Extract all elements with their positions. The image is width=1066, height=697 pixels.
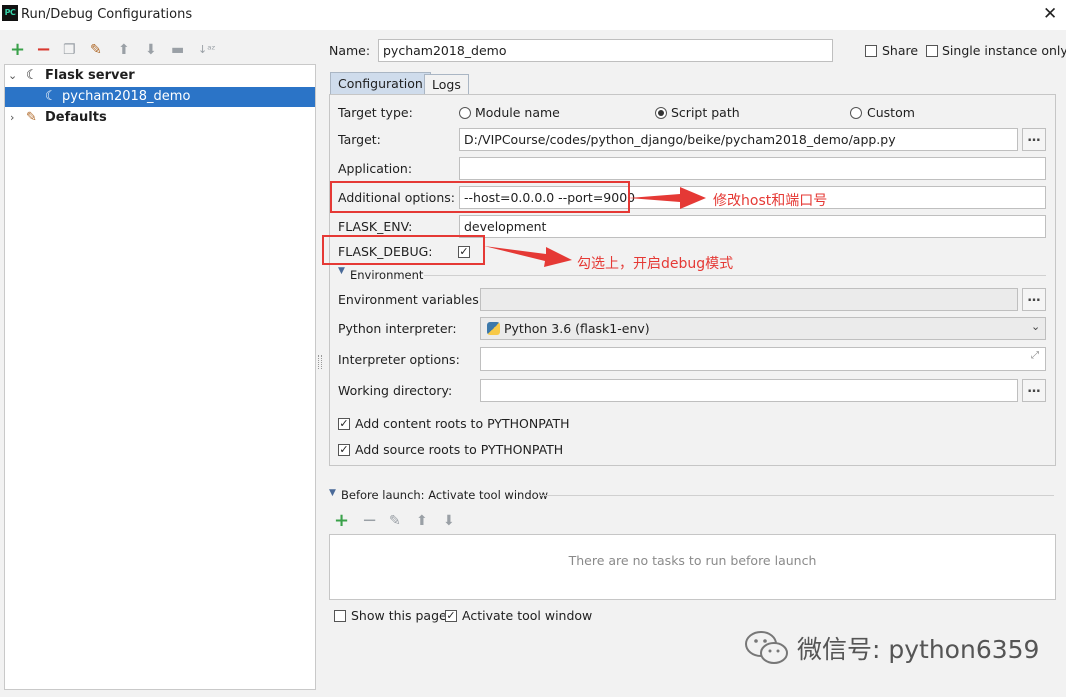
tree-item-defaults[interactable]: › ✎ Defaults [5,108,315,128]
custom-radio[interactable] [850,107,862,119]
interpreter-options-label: Interpreter options: [338,352,460,367]
name-input[interactable]: pycham2018_demo [378,39,833,62]
application-label: Application: [338,161,413,176]
interpreter-options-input[interactable] [480,347,1046,371]
single-instance-label: Single instance only [942,43,1066,58]
flask-icon: ☾ [45,89,57,104]
target-type-label: Target type: [338,105,413,120]
python-icon [487,322,500,335]
before-launch-title: Before launch: Activate tool window [341,488,549,502]
chevron-down-icon[interactable]: ⌄ [1031,320,1040,333]
edit-env-vars-button[interactable]: … [1022,288,1046,311]
splitter-handle[interactable] [318,355,322,369]
expand-icon[interactable]: ⤢ [1031,350,1039,361]
python-interpreter-label: Python interpreter: [338,321,457,336]
move-down-icon[interactable]: ⬇ [145,41,157,59]
application-input[interactable] [459,157,1046,180]
annotation-note-host-port: 修改host和端口号 [713,193,828,209]
collapse-arrow-icon[interactable]: ▼ [338,266,345,276]
working-directory-label: Working directory: [338,383,453,398]
window-title: Run/Debug Configurations [21,7,193,22]
working-directory-input[interactable] [480,379,1018,402]
move-up-icon[interactable]: ⬆ [118,41,130,59]
tree-item-label: Defaults [45,110,107,125]
module-name-radio[interactable] [459,107,471,119]
name-label: Name: [329,43,371,58]
empty-tasks-text: There are no tasks to run before launch [568,553,817,568]
remove-icon[interactable]: − [36,41,51,59]
show-this-page-checkbox[interactable] [334,610,346,622]
browse-working-dir-button[interactable]: … [1022,379,1046,402]
chevron-right-icon[interactable]: › [10,108,14,128]
annotation-arrow-icon [484,246,572,267]
collapse-arrow-icon[interactable]: ▼ [329,488,336,498]
move-up-icon[interactable]: ⬆ [416,512,428,530]
tree-item-label: Flask server [45,68,135,83]
environment-section-title: Environment [350,268,424,282]
tree-item-pycham2018-demo[interactable]: ☾ pycham2018_demo [5,87,315,107]
before-launch-tasks-list: There are no tasks to run before launch [329,534,1056,600]
wrench-icon: ✎ [26,110,37,125]
tree-item-flask-server[interactable]: ⌄ ☾ Flask server [5,66,315,86]
flask-env-label: FLASK_ENV: [338,219,413,234]
python-interpreter-select[interactable]: Python 3.6 (flask1-env) [480,317,1046,340]
activate-tool-window-label: Activate tool window [462,608,593,623]
close-icon[interactable]: ✕ [1043,4,1057,24]
add-source-roots-checkbox[interactable]: ✓ [338,444,350,456]
config-tree-panel: ⌄ ☾ Flask server ☾ pycham2018_demo › ✎ D… [4,64,316,690]
section-divider [424,275,1046,276]
target-input[interactable]: D:/VIPCourse/codes/python_django/beike/p… [459,128,1018,151]
highlight-box-flask-debug [322,235,485,265]
annotation-note-debug: 勾选上，开启debug模式 [577,256,734,272]
interpreter-value: Python 3.6 (flask1-env) [503,321,650,336]
highlight-box-additional-options [330,181,630,213]
remove-task-icon[interactable]: − [362,512,377,530]
wechat-logo-icon [745,631,788,664]
add-content-roots-checkbox[interactable]: ✓ [338,418,350,430]
env-vars-label: Environment variables: [338,292,483,307]
script-path-label: Script path [671,105,740,120]
folder-icon[interactable]: ▬ [171,41,184,59]
share-checkbox[interactable] [865,45,877,57]
add-content-roots-label: Add content roots to PYTHONPATH [355,416,570,431]
flask-icon: ☾ [26,68,38,83]
section-divider [538,495,1054,496]
single-instance-checkbox[interactable] [926,45,938,57]
move-down-icon[interactable]: ⬇ [443,512,455,530]
add-task-icon[interactable]: + [334,512,349,530]
copy-icon[interactable]: ❐ [63,41,76,59]
annotation-arrow-icon [628,187,706,209]
add-source-roots-label: Add source roots to PYTHONPATH [355,442,564,457]
module-name-label: Module name [475,105,560,120]
show-this-page-label: Show this page [351,608,447,623]
watermark-text: 微信号: python6359 [797,635,1040,664]
sort-icon[interactable]: ↓ᵃᶻ [198,41,216,59]
edit-defaults-icon[interactable]: ✎ [90,41,102,59]
share-label: Share [882,43,919,58]
tree-item-label: pycham2018_demo [62,89,191,104]
tab-configuration[interactable]: Configuration [330,72,431,95]
env-vars-input[interactable] [480,288,1018,311]
add-icon[interactable]: + [10,41,25,59]
activate-tool-window-checkbox[interactable]: ✓ [445,610,457,622]
pycharm-app-icon: PC [2,5,18,21]
script-path-radio[interactable] [655,107,667,119]
chevron-down-icon[interactable]: ⌄ [8,66,17,86]
edit-task-icon[interactable]: ✎ [389,512,401,530]
custom-label: Custom [867,105,915,120]
target-label: Target: [338,132,381,147]
flask-env-input[interactable]: development [459,215,1046,238]
browse-target-button[interactable]: … [1022,128,1046,151]
tab-logs[interactable]: Logs [424,74,469,95]
